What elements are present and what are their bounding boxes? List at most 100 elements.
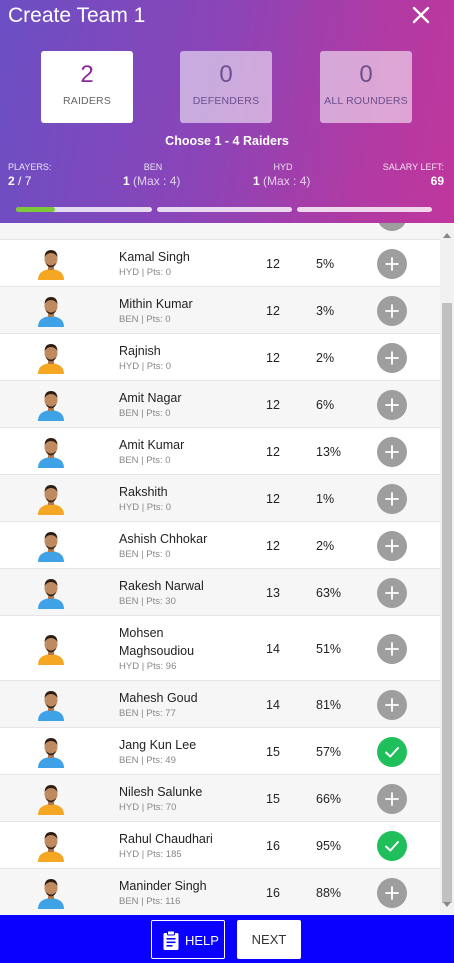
- player-selected-by: 2%: [316, 538, 335, 553]
- player-meta: HYD | Pts: 0: [119, 266, 172, 278]
- player-row[interactable]: Rajnish HYD | Pts: 0 12 2%: [0, 334, 440, 381]
- player-row[interactable]: Maninder Singh BEN | Pts: 116 16 88%: [0, 869, 440, 915]
- player-avatar: [36, 483, 66, 515]
- hyd-count: 1: [253, 174, 260, 188]
- player-avatar: [36, 830, 66, 862]
- add-player-button[interactable]: [377, 633, 407, 664]
- add-player-button[interactable]: [377, 389, 407, 420]
- player-credits: 12: [266, 491, 280, 506]
- add-player-button[interactable]: [377, 689, 407, 720]
- add-player-button[interactable]: [377, 248, 407, 279]
- add-player-button[interactable]: [377, 436, 407, 467]
- player-meta: BEN | Pts: 116: [119, 895, 181, 907]
- player-avatar: [36, 530, 66, 562]
- player-row[interactable]: Kamal Singh HYD | Pts: 0 12 5%: [0, 240, 440, 287]
- player-name: Ashish Chhokar: [119, 531, 208, 546]
- plus-icon: [378, 223, 406, 231]
- choose-instruction: Choose 1 - 4 Raiders: [165, 134, 289, 148]
- ben-label: BEN: [143, 162, 163, 172]
- add-player-button[interactable]: [377, 783, 407, 814]
- player-name: Mahesh Goud: [119, 690, 198, 705]
- player-row[interactable]: Jang Kun Lee BEN | Pts: 49 15 57%: [0, 728, 440, 775]
- add-player-button[interactable]: [377, 223, 407, 231]
- player-selected-by: 51%: [316, 641, 342, 656]
- scrollbar[interactable]: [440, 223, 454, 915]
- page-title: Create Team 1: [8, 4, 146, 27]
- salary-stat: SALARY LEFT: 69: [383, 162, 444, 188]
- add-player-button[interactable]: [377, 295, 407, 326]
- footer-bar: HELP NEXT: [0, 915, 454, 963]
- player-name: Rakshith: [119, 484, 168, 499]
- player-selected-by: 1%: [316, 491, 335, 506]
- role-tab-defenders[interactable]: 0 DEFENDERS: [180, 51, 272, 123]
- add-player-button[interactable]: [377, 483, 407, 514]
- player-credits: 16: [266, 838, 280, 853]
- help-button[interactable]: HELP: [151, 920, 225, 959]
- player-avatar: [36, 295, 66, 327]
- plus-icon: [377, 436, 407, 467]
- scroll-up-arrow[interactable]: [443, 233, 451, 238]
- player-meta: HYD | Pts: 0: [119, 501, 172, 513]
- salary-label: SALARY LEFT:: [382, 162, 444, 172]
- player-credits: 14: [266, 697, 280, 712]
- player-meta: BEN | Pts: 0: [119, 548, 171, 560]
- player-row[interactable]: Mahesh Goud BEN | Pts: 77 14 81%: [0, 681, 440, 728]
- players-current: 2: [8, 174, 15, 188]
- remove-player-button[interactable]: [377, 830, 407, 861]
- player-selected-by: 66%: [316, 791, 342, 806]
- all-rounders-count: 0: [359, 61, 373, 88]
- defenders-count: 0: [219, 61, 233, 88]
- add-player-button[interactable]: [377, 877, 407, 908]
- player-avatar: [36, 877, 66, 909]
- player-avatar: [36, 633, 66, 665]
- player-list: Kamal Singh HYD | Pts: 0 12 5% Mithin Kumar B…: [0, 223, 440, 915]
- plus-icon: [377, 877, 407, 908]
- all-rounders-label: ALL ROUNDERS: [324, 95, 408, 107]
- scroll-down-arrow[interactable]: [443, 902, 451, 907]
- player-selected-by: 81%: [316, 697, 342, 712]
- player-name: Rahul Chaudhari: [119, 831, 213, 846]
- plus-icon: [377, 530, 407, 561]
- close-icon[interactable]: [408, 2, 434, 28]
- plus-icon: [377, 389, 407, 420]
- add-player-button[interactable]: [377, 342, 407, 373]
- plus-icon: [377, 342, 407, 373]
- next-button[interactable]: NEXT: [237, 920, 301, 959]
- player-row[interactable]: Amit Nagar BEN | Pts: 0 12 6%: [0, 381, 440, 428]
- players-total: / 7: [14, 174, 32, 188]
- progress-bar-3: [297, 207, 432, 212]
- plus-icon: [377, 248, 407, 279]
- player-row[interactable]: Mithin Kumar BEN | Pts: 0 12 3%: [0, 287, 440, 334]
- player-row[interactable]: Mohsen Maghsoudiou HYD | Pts: 96 14 51%: [0, 616, 440, 681]
- player-meta: HYD | Pts: 185: [119, 848, 182, 860]
- player-row[interactable]: Rakshith HYD | Pts: 0 12 1%: [0, 475, 440, 522]
- add-player-button[interactable]: [377, 530, 407, 561]
- player-selected-by: 88%: [316, 885, 342, 900]
- player-row[interactable]: Ashish Chhokar BEN | Pts: 0 12 2%: [0, 522, 440, 569]
- player-meta: BEN | Pts: 0: [119, 454, 171, 466]
- clipboard-icon: [162, 930, 180, 951]
- player-row[interactable]: Nilesh Salunke HYD | Pts: 70 15 66%: [0, 775, 440, 822]
- player-selected-by: 95%: [316, 838, 342, 853]
- player-avatar: [36, 736, 66, 768]
- progress-bar-1: [16, 207, 152, 212]
- scroll-thumb[interactable]: [442, 303, 452, 903]
- add-player-button[interactable]: [377, 577, 407, 608]
- player-meta: BEN | Pts: 0: [119, 407, 171, 419]
- progress-fill: [16, 207, 55, 212]
- player-avatar: [36, 248, 66, 280]
- player-avatar: [36, 783, 66, 815]
- role-tab-raiders[interactable]: 2 RAIDERS: [41, 51, 133, 123]
- player-row[interactable]: Rakesh Narwal BEN | Pts: 30 13 63%: [0, 569, 440, 616]
- hyd-label: HYD: [273, 162, 293, 172]
- player-row[interactable]: Amit Kumar BEN | Pts: 0 12 13%: [0, 428, 440, 475]
- remove-player-button[interactable]: [377, 736, 407, 767]
- player-row[interactable]: Rahul Chaudhari HYD | Pts: 185 16 95%: [0, 822, 440, 869]
- player-selected-by: 6%: [316, 397, 335, 412]
- player-name: Mithin Kumar: [119, 296, 193, 311]
- player-avatar: [36, 342, 66, 374]
- check-icon: [377, 736, 407, 767]
- role-tab-all-rounders[interactable]: 0 ALL ROUNDERS: [320, 51, 412, 123]
- player-meta: BEN | Pts: 0: [119, 313, 171, 325]
- ben-max: (Max : 4): [129, 174, 181, 188]
